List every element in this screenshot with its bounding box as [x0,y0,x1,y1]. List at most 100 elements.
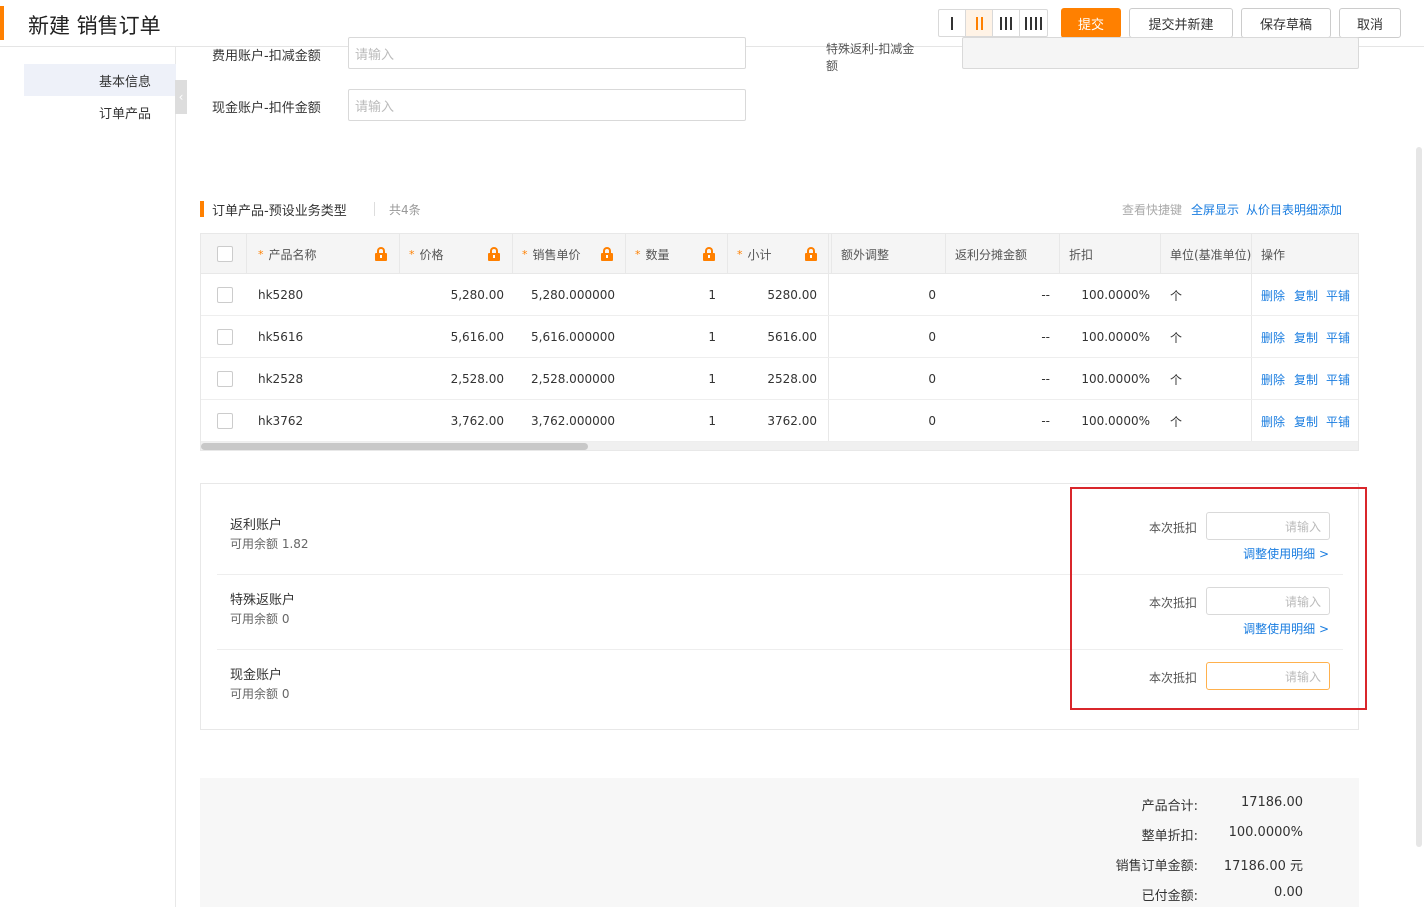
cell-product-name: hk3762 [258,414,304,428]
cell-rebate-share: -- [1041,330,1050,344]
lock-icon [805,247,817,261]
submit-button[interactable]: 提交 [1061,8,1121,38]
spread-link[interactable]: 平铺 [1326,371,1350,388]
cell-subtotal: 3762.00 [767,414,817,428]
copy-link[interactable]: 复制 [1294,287,1318,304]
fee-account-label: 费用账户-扣减金额 [212,49,321,64]
cell-operations: 删除 复制 平铺 [1261,400,1358,442]
cell-quantity[interactable]: 1 [635,316,716,358]
cell-quantity[interactable]: 1 [635,400,716,442]
select-all-checkbox[interactable] [217,246,233,262]
lock-icon [703,247,715,261]
header-operations: 操作 [1261,247,1286,262]
cell-rebate-share: -- [1041,414,1050,428]
cell-operations: 删除 复制 平铺 [1261,316,1358,358]
delete-link[interactable]: 删除 [1261,287,1285,304]
rebate-account-name: 返利账户 [230,518,283,533]
delete-link[interactable]: 删除 [1261,371,1285,388]
column-divider [512,234,513,274]
layout-2-column-option[interactable] [966,10,993,36]
lock-icon [601,247,613,261]
cell-quantity[interactable]: 1 [635,274,716,316]
cancel-button[interactable]: 取消 [1339,8,1401,38]
chevron-left-icon: ‹ [178,90,184,104]
table-row: hk5616 5,616.00 5,616.000000 1 5616.00 0… [201,316,1358,358]
cell-product-name: hk2528 [258,372,304,386]
cash-account-input[interactable]: 请输入 [348,89,746,121]
cell-price: 2,528.00 [450,372,504,386]
cell-discount: 100.0000% [1081,414,1150,428]
column-divider [831,234,832,274]
lock-icon [488,247,500,261]
cell-operations: 删除 复制 平铺 [1261,274,1358,316]
table-horizontal-scrollbar[interactable] [201,442,1358,450]
two-column-icon [975,16,983,30]
fee-account-input[interactable]: 请输入 [348,37,746,69]
row-checkbox[interactable] [217,371,233,387]
cell-operations: 删除 复制 平铺 [1261,358,1358,400]
three-column-icon [1000,16,1012,30]
view-shortcuts-link[interactable]: 查看快捷键 [1122,201,1182,218]
paid-amount-value: 0.00 [1274,885,1303,900]
cell-product-name: hk5280 [258,288,304,302]
cell-price: 5,616.00 [450,330,504,344]
header-subtotal: * 小计 [737,247,772,262]
layout-4-column-option[interactable] [1020,10,1047,36]
cell-discount: 100.0000% [1081,372,1150,386]
add-from-price-list-link[interactable]: 从价目表明细添加 [1246,201,1342,218]
spread-link[interactable]: 平铺 [1326,329,1350,346]
order-amount-value: 17186.00 元 [1223,859,1303,874]
layout-column-switch [938,9,1048,37]
column-divider [945,234,946,274]
cell-unit: 个 [1170,330,1183,345]
cell-extra-adjustment[interactable]: 0 [841,274,936,316]
layout-1-column-option[interactable] [939,10,966,36]
collapse-nav-toggle[interactable]: ‹ [175,80,187,114]
product-total-value: 17186.00 [1240,795,1303,810]
scrollbar-thumb[interactable] [201,443,588,450]
header-unit: 单位(基准单位) [1170,247,1252,262]
copy-link[interactable]: 复制 [1294,329,1318,346]
delete-link[interactable]: 删除 [1261,329,1285,346]
table-header: * 产品名称 * 价格 * 销售单价 * 数量 * 小计 额外调整 返利分摊金额 折扣 单… [201,234,1358,274]
copy-link[interactable]: 复制 [1294,413,1318,430]
nav-item-basic-info[interactable]: 基本信息 [24,64,176,96]
table-row: hk5280 5,280.00 5,280.000000 1 5280.00 0… [201,274,1358,316]
fullscreen-link[interactable]: 全屏显示 [1191,201,1239,218]
cell-extra-adjustment[interactable]: 0 [841,316,936,358]
order-summary: 产品合计: 17186.00 整单折扣: 100.0000% 销售订单金额: 1… [200,778,1359,907]
header-quantity: * 数量 [635,247,670,262]
save-draft-button[interactable]: 保存草稿 [1241,8,1331,38]
one-column-icon [951,16,953,30]
delete-link[interactable]: 删除 [1261,413,1285,430]
cell-rebate-share: -- [1041,288,1050,302]
spread-link[interactable]: 平铺 [1326,287,1350,304]
layout-3-column-option[interactable] [993,10,1020,36]
row-checkbox[interactable] [217,287,233,303]
spread-link[interactable]: 平铺 [1326,413,1350,430]
title-accent-bar [0,6,4,40]
row-checkbox[interactable] [217,329,233,345]
cell-discount: 100.0000% [1081,330,1150,344]
order-discount-value: 100.0000% [1228,825,1303,840]
nav-item-order-products[interactable]: 订单产品 [24,96,176,128]
side-navigation: 基本信息 订单产品 [0,47,176,907]
cell-subtotal: 5280.00 [767,288,817,302]
submit-and-new-button[interactable]: 提交并新建 [1129,8,1233,38]
scrollbar-thumb[interactable] [1416,147,1422,847]
cash-account-balance: 可用余额 0 [230,687,290,701]
copy-link[interactable]: 复制 [1294,371,1318,388]
cell-unit-price: 2,528.000000 [531,372,615,386]
cell-extra-adjustment[interactable]: 0 [841,400,936,442]
page-vertical-scrollbar[interactable] [1414,47,1424,907]
rebate-account-balance: 可用余额 1.82 [230,537,309,551]
column-divider [1160,234,1161,274]
cell-rebate-share: -- [1041,372,1050,386]
cell-quantity[interactable]: 1 [635,358,716,400]
cell-extra-adjustment[interactable]: 0 [841,358,936,400]
row-checkbox[interactable] [217,413,233,429]
cell-unit-price: 3,762.000000 [531,414,615,428]
cell-discount: 100.0000% [1081,288,1150,302]
highlight-box [1070,487,1367,710]
cell-unit: 个 [1170,288,1183,303]
